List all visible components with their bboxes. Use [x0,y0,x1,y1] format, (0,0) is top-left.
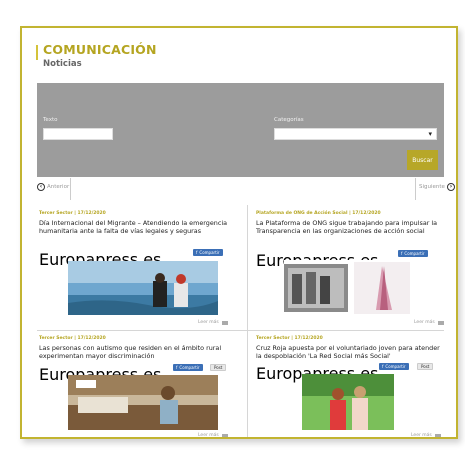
news-card: Tercer Sector | 17/12/2020 Las personas … [39,336,239,360]
tweet-button[interactable]: Post [210,364,227,371]
news-image[interactable] [68,375,218,430]
chevron-left-icon: ‹ [37,183,45,191]
share-label: Compartir [385,364,406,369]
news-card: Tercer Sector | 17/12/2020 Cruz Roja apu… [256,336,442,360]
pager-divider-left [70,178,71,200]
news-image[interactable] [302,374,394,430]
share-label: Compartir [404,251,425,256]
facebook-icon: f [176,365,178,370]
read-more-link[interactable]: Leer más [411,433,441,438]
category-filter-label: Categorías [274,117,304,123]
news-headline[interactable]: La Plataforma de ONG sigue trabajando pa… [256,219,442,235]
pager-next[interactable]: Siguiente › [419,183,455,191]
share-button[interactable]: f Compartir [193,249,223,256]
tweet-button[interactable]: Post [417,363,434,370]
title-accent-bar [36,45,38,60]
arrow-icon [221,320,228,325]
news-card: Plataforma de ONG de Acción Social | 17/… [256,211,442,235]
news-image[interactable] [68,261,218,315]
page-title: COMUNICACIÓN [43,42,157,57]
news-card: Tercer Sector | 17/12/2020 Día Internaci… [39,211,239,235]
share-label: Compartir [179,365,200,370]
read-more-link[interactable]: Leer más [198,433,228,438]
chevron-right-icon: › [446,183,455,191]
pager-next-label: Siguiente [419,184,445,190]
share-button[interactable]: f Compartir [379,363,409,370]
tweet-label: Post [421,364,430,369]
category-select[interactable]: ▾ [274,128,437,140]
news-headline[interactable]: Día Internacional del Migrante – Atendie… [39,219,239,235]
news-headline[interactable]: Cruz Roja apuesta por el voluntariado jo… [256,344,442,360]
read-more-label: Leer más [411,433,432,438]
text-filter-label: Texto [43,117,58,123]
grid-divider-horizontal [37,330,444,331]
arrow-icon [434,433,441,437]
facebook-icon: f [382,364,384,369]
facebook-icon: f [196,250,198,255]
pager-divider-right [415,178,416,200]
news-headline[interactable]: Las personas con autismo que residen en … [39,344,239,360]
tweet-label: Post [214,365,223,370]
share-label: Compartir [199,250,220,255]
grid-divider-vertical [247,205,248,437]
read-more-link[interactable]: Leer más [414,320,444,325]
news-page-frame: COMUNICACIÓN Noticias Texto Categorías ▾… [20,26,458,439]
news-date: Tercer Sector | 17/12/2020 [39,211,106,216]
facebook-icon: f [401,251,403,256]
filter-panel: Texto Categorías ▾ Buscar [37,83,444,177]
search-button[interactable]: Buscar [407,150,438,170]
pager-prev-label: Anterior [47,184,70,190]
pager-prev[interactable]: ‹ Anterior [37,183,69,191]
news-date: Tercer Sector | 17/12/2020 [256,336,323,341]
page-subtitle: Noticias [43,59,82,69]
news-image[interactable] [284,260,410,314]
arrow-icon [221,433,228,437]
read-more-link[interactable]: Leer más [198,320,228,325]
read-more-label: Leer más [414,320,435,325]
text-filter-input[interactable] [43,128,113,140]
news-date: Tercer Sector | 17/12/2020 [39,336,106,341]
arrow-icon [437,320,444,325]
news-date: Plataforma de ONG de Acción Social | 17/… [256,211,381,216]
chevron-down-icon: ▾ [428,130,432,138]
share-button[interactable]: f Compartir [173,364,203,371]
read-more-label: Leer más [198,433,219,438]
share-button[interactable]: f Compartir [398,250,428,257]
read-more-label: Leer más [198,320,219,325]
